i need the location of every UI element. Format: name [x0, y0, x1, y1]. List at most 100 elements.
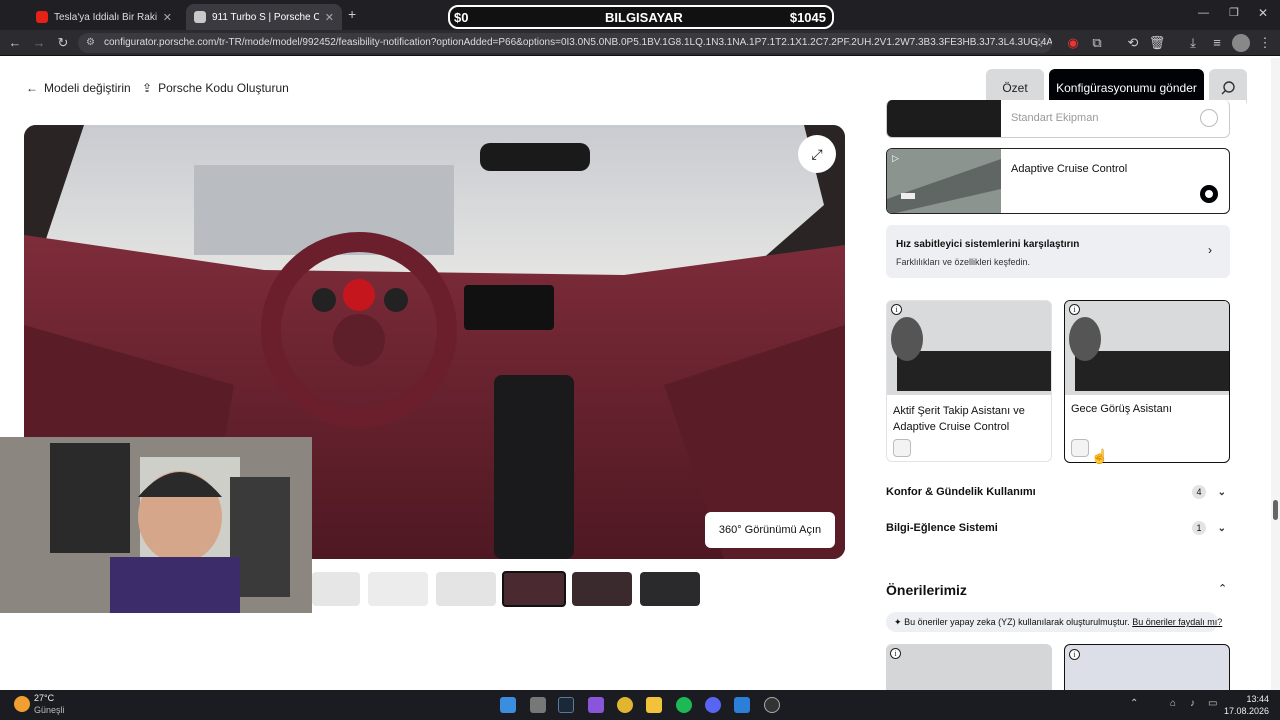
tab-porsche[interactable]: 911 Turbo S | Porsche Car Conf ✕ — [186, 4, 342, 30]
fullscreen-button[interactable]: ⤢ — [798, 135, 836, 173]
media-icon[interactable]: ≡ — [1208, 34, 1226, 52]
porsche-code-link[interactable]: ⇪ Porsche Kodu Oluşturun — [142, 81, 289, 95]
app-icon[interactable] — [588, 697, 604, 713]
tab-youtube[interactable]: Tesla'ya İddialı Bir Rakip Olur M ✕ — [28, 4, 180, 30]
chevron-right-icon: › — [1208, 243, 1212, 257]
new-tab-button[interactable]: + — [348, 6, 356, 22]
sparkle-icon: ✦ — [894, 617, 902, 627]
volume-icon[interactable]: ♪ — [1190, 698, 1195, 709]
standard-equipment-label: Standart Ekipman — [1011, 112, 1099, 124]
menu-icon[interactable]: ⋮ — [1256, 34, 1274, 52]
porsche-code-label: Porsche Kodu Oluşturun — [158, 81, 289, 95]
chrome-icon[interactable] — [617, 697, 633, 713]
weather-temp: 27°C — [34, 693, 55, 703]
accordion-infotainment-label: Bilgi-Eğlence Sistemi — [886, 522, 998, 534]
standard-radio[interactable] — [1200, 109, 1218, 127]
chevron-down-icon: ⌄ — [1217, 486, 1226, 498]
weather-desc: Güneşli — [34, 705, 65, 715]
play-icon[interactable]: ▷ — [892, 153, 899, 164]
night-vision-checkbox[interactable] — [1071, 439, 1089, 457]
thumbnail-front[interactable] — [368, 572, 428, 606]
porsche-icon — [194, 11, 206, 23]
spotify-icon[interactable] — [676, 697, 692, 713]
profile-avatar[interactable] — [1232, 34, 1250, 52]
acc-radio-selected[interactable] — [1200, 185, 1218, 203]
lane-assist-checkbox[interactable] — [893, 439, 911, 457]
compare-title: Hız sabitleyici sistemlerini karşılaştır… — [896, 239, 1080, 250]
steam-icon[interactable] — [558, 697, 574, 713]
battery-icon[interactable]: ▭ — [1208, 698, 1217, 709]
road-illustration — [887, 149, 1001, 213]
overlay-left-amount: $0 — [454, 10, 469, 25]
lane-assist-card[interactable]: i Aktif Şerit Takip Asistanı ve Adaptive… — [886, 300, 1052, 462]
compare-cruise-banner[interactable]: Hız sabitleyici sistemlerini karşılaştır… — [886, 225, 1230, 278]
delete-icon[interactable]: 🗑 — [1148, 34, 1166, 52]
extension-icon[interactable]: ◉ — [1064, 34, 1082, 52]
history-icon[interactable]: ⟲ — [1124, 34, 1142, 52]
night-vision-label: Gece Görüş Asistanı — [1071, 403, 1172, 415]
task-view-icon[interactable] — [530, 697, 546, 713]
file-explorer-icon[interactable] — [646, 697, 662, 713]
thumbnail-seats[interactable] — [572, 572, 632, 606]
extensions-icon[interactable]: ⧉ — [1088, 34, 1106, 52]
tab-title: 911 Turbo S | Porsche Car Conf — [212, 11, 319, 23]
discord-icon[interactable] — [705, 697, 721, 713]
thumbnail-rear-seats[interactable] — [640, 572, 700, 606]
clock-date[interactable]: 17.08.2026 — [1220, 706, 1269, 716]
change-model-link[interactable]: ← Modeli değiştirin — [26, 81, 131, 95]
accordion-infotainment[interactable]: Bilgi-Eğlence Sistemi 1 ⌄ — [886, 518, 1230, 538]
thumbnail-exterior[interactable] — [312, 572, 360, 606]
accordion-comfort[interactable]: Konfor & Gündelik Kullanımı 4 ⌄ — [886, 482, 1230, 502]
network-icon[interactable]: ⌂ — [1170, 698, 1176, 709]
chevron-up-icon[interactable]: ⌃ — [1218, 582, 1227, 595]
youtube-icon — [36, 11, 48, 23]
webcam-feed — [0, 437, 312, 613]
maximize-icon[interactable]: ❐ — [1229, 6, 1239, 19]
address-bar[interactable]: ⚙ configurator.porsche.com/tr-TR/mode/mo… — [78, 33, 1052, 53]
feedback-link[interactable]: Bu öneriler faydalı mı? — [1132, 617, 1222, 627]
reload-icon[interactable]: ↻ — [54, 34, 72, 52]
bumper-illustration — [1065, 301, 1229, 395]
back-icon[interactable]: ← — [6, 34, 24, 52]
windows-start-icon[interactable] — [500, 697, 516, 713]
acc-image — [887, 149, 1001, 213]
share-icon: ⇪ — [142, 81, 153, 95]
url-text: configurator.porsche.com/tr-TR/mode/mode… — [104, 37, 1052, 48]
info-icon[interactable]: i — [1069, 304, 1080, 315]
thumbnail-rear[interactable] — [436, 572, 496, 606]
weather-sun-icon — [14, 696, 30, 712]
scrollbar-thumb[interactable] — [1273, 500, 1278, 520]
page-scrollbar[interactable] — [1271, 58, 1280, 690]
open-360-view-button[interactable]: 360° Görünümü Açın — [705, 512, 835, 548]
acc-label: Adaptive Cruise Control — [1011, 163, 1128, 175]
forward-icon[interactable]: → — [30, 34, 48, 52]
minimize-icon[interactable]: — — [1198, 7, 1209, 19]
close-window-icon[interactable]: ✕ — [1258, 6, 1268, 20]
search-icon — [1221, 81, 1235, 95]
close-tab-icon[interactable]: ✕ — [163, 11, 172, 24]
overlay-right-amount: $1045 — [789, 10, 826, 25]
windows-taskbar: 27°C Güneşli ⌃ ⌂ ♪ ▭ 13:44 17.08.2026 — [0, 690, 1280, 720]
obs-icon[interactable] — [764, 697, 780, 713]
overlay-label: BILGISAYAR — [605, 10, 683, 25]
thumbnail-interior-selected[interactable] — [502, 571, 566, 607]
recommendations-panel: Önerilerimiz ⌃ ✦ Bu öneriler yapay zeka … — [870, 570, 1246, 700]
bookmark-star-icon[interactable]: ☆ — [1030, 34, 1048, 52]
compare-subtitle: Farklılıkları ve özellikleri keşfedin. — [896, 257, 1031, 267]
download-icon[interactable]: ⤓ — [1184, 34, 1202, 52]
change-model-label: Modeli değiştirin — [44, 81, 131, 95]
acc-option-card[interactable]: ▷ Adaptive Cruise Control — [886, 148, 1230, 214]
site-info-icon[interactable]: ⚙ — [86, 33, 95, 53]
night-vision-card[interactable]: i Gece Görüş Asistanı — [1064, 300, 1230, 463]
mail-icon[interactable] — [734, 697, 750, 713]
recommendations-title: Önerilerimiz — [886, 582, 967, 598]
standard-equipment-card[interactable]: Standart Ekipman — [886, 100, 1230, 138]
ai-note-text: Bu öneriler yapay zeka (YZ) kullanılarak… — [904, 617, 1130, 627]
accordion-comfort-count: 4 — [1192, 485, 1206, 499]
close-tab-icon[interactable]: ✕ — [325, 11, 334, 24]
info-icon[interactable]: i — [891, 304, 902, 315]
info-icon[interactable]: i — [1069, 649, 1080, 660]
tray-chevron-icon[interactable]: ⌃ — [1130, 698, 1138, 709]
info-icon[interactable]: i — [890, 648, 901, 659]
clock-time[interactable]: 13:44 — [1229, 694, 1269, 704]
